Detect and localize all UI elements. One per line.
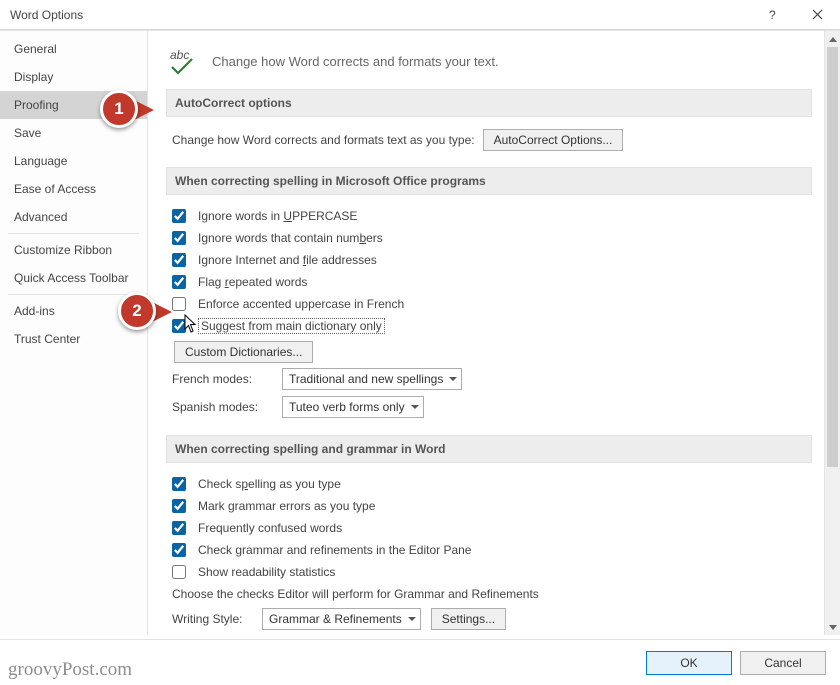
svg-text:abc: abc: [170, 48, 189, 62]
svg-text:?: ?: [769, 9, 776, 21]
autocorrect-desc: Change how Word corrects and formats tex…: [172, 133, 475, 147]
ok-button[interactable]: OK: [646, 651, 732, 675]
chevron-down-icon: [449, 377, 457, 382]
checkbox-spell-as-you-type-input[interactable]: [172, 477, 186, 491]
spanish-modes-label: Spanish modes:: [172, 400, 272, 414]
content-scroll: abc Change how Word corrects and formats…: [148, 31, 824, 635]
section-autocorrect-header: AutoCorrect options: [166, 89, 812, 117]
french-modes-dropdown[interactable]: Traditional and new spellings: [282, 368, 462, 390]
checkbox-ignore-internet-input[interactable]: [172, 253, 186, 267]
window-title: Word Options: [10, 8, 750, 22]
checkbox-readability-input[interactable]: [172, 565, 186, 579]
checkbox-main-dictionary-label: Suggest from main dictionary only: [198, 318, 385, 334]
watermark: groovyPost.com: [8, 659, 132, 681]
scroll-thumb[interactable]: [827, 47, 838, 467]
sidebar-item-ease-of-access[interactable]: Ease of Access: [0, 175, 147, 203]
checkbox-ignore-numbers[interactable]: Ignore words that contain numbers: [172, 227, 812, 249]
spanish-modes-dropdown[interactable]: Tuteo verb forms only: [282, 396, 424, 418]
sidebar-item-advanced[interactable]: Advanced: [0, 203, 147, 231]
vertical-scrollbar[interactable]: [824, 31, 840, 635]
sidebar-item-display[interactable]: Display: [0, 63, 147, 91]
titlebar: Word Options ?: [0, 0, 840, 30]
french-modes-label: French modes:: [172, 372, 272, 386]
content-pane: abc Change how Word corrects and formats…: [148, 31, 840, 635]
sidebar-separator: [8, 294, 139, 295]
custom-dictionaries-button[interactable]: Custom Dictionaries...: [174, 341, 313, 363]
sidebar-item-general[interactable]: General: [0, 35, 147, 63]
checkbox-ignore-uppercase-input[interactable]: [172, 209, 186, 223]
sidebar-item-language[interactable]: Language: [0, 147, 147, 175]
close-button[interactable]: [795, 0, 840, 30]
checkbox-editor-pane-input[interactable]: [172, 543, 186, 557]
annotation-callout-2: 2: [118, 292, 156, 330]
checkbox-flag-repeated[interactable]: Flag repeated words: [172, 271, 812, 293]
chevron-down-icon: [411, 405, 419, 410]
writing-style-dropdown[interactable]: Grammar & Refinements: [262, 608, 421, 630]
proofing-abc-icon: abc: [168, 47, 198, 75]
settings-button[interactable]: Settings...: [431, 608, 506, 630]
autocorrect-row: Change how Word corrects and formats tex…: [172, 127, 812, 153]
scroll-up-button[interactable]: [825, 31, 840, 47]
checkbox-ignore-numbers-input[interactable]: [172, 231, 186, 245]
checkbox-editor-pane[interactable]: Check grammar and refinements in the Edi…: [172, 539, 812, 561]
sidebar-item-trust-center[interactable]: Trust Center: [0, 325, 147, 353]
checkbox-french-uppercase-input[interactable]: [172, 297, 186, 311]
checkbox-spell-as-you-type[interactable]: Check spelling as you type: [172, 473, 812, 495]
checkbox-confused-words[interactable]: Frequently confused words: [172, 517, 812, 539]
checkbox-ignore-internet[interactable]: Ignore Internet and file addresses: [172, 249, 812, 271]
page-subtitle: Change how Word corrects and formats you…: [212, 54, 499, 69]
checkbox-mark-grammar-input[interactable]: [172, 499, 186, 513]
sidebar-separator: [8, 233, 139, 234]
annotation-callout-1: 1: [100, 90, 138, 128]
scroll-down-button[interactable]: [825, 619, 840, 635]
chevron-down-icon: [408, 617, 416, 622]
checkbox-mark-grammar[interactable]: Mark grammar errors as you type: [172, 495, 812, 517]
section-office-header: When correcting spelling in Microsoft Of…: [166, 167, 812, 195]
checkbox-french-uppercase[interactable]: Enforce accented uppercase in French: [172, 293, 812, 315]
editor-checks-desc: Choose the checks Editor will perform fo…: [172, 583, 812, 605]
writing-style-label: Writing Style:: [172, 612, 252, 626]
checkbox-main-dictionary[interactable]: Suggest from main dictionary only: [172, 315, 812, 337]
autocorrect-options-button[interactable]: AutoCorrect Options...: [483, 129, 624, 151]
checkbox-ignore-uppercase[interactable]: Ignore words in UPPERCASE: [172, 205, 812, 227]
page-header: abc Change how Word corrects and formats…: [166, 41, 812, 89]
section-word-header: When correcting spelling and grammar in …: [166, 435, 812, 463]
checkbox-confused-words-input[interactable]: [172, 521, 186, 535]
mouse-cursor-icon: [184, 314, 198, 334]
sidebar-item-customize-ribbon[interactable]: Customize Ribbon: [0, 236, 147, 264]
sidebar-item-quick-access-toolbar[interactable]: Quick Access Toolbar: [0, 264, 147, 292]
checkbox-readability[interactable]: Show readability statistics: [172, 561, 812, 583]
cancel-button[interactable]: Cancel: [740, 651, 826, 675]
checkbox-flag-repeated-input[interactable]: [172, 275, 186, 289]
help-button[interactable]: ?: [750, 0, 795, 30]
